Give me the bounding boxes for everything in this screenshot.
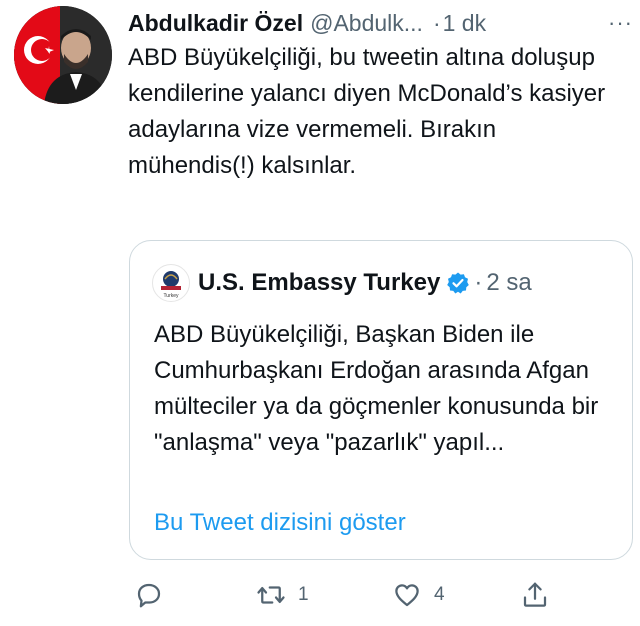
- tweet-text: ABD Büyükelçiliği, bu tweetin altına dol…: [128, 44, 606, 179]
- separator-dot: ·: [432, 9, 441, 36]
- share-button[interactable]: [520, 575, 550, 615]
- quoted-tweet-header: Turkey U.S. Embassy Turkey · 2 sa: [152, 263, 532, 303]
- author-name[interactable]: Abdulkadir Özel: [128, 10, 303, 37]
- quoted-tweet-text: ABD Büyükelçiliği, Başkan Biden ile Cumh…: [154, 321, 599, 456]
- like-count: 4: [434, 584, 445, 605]
- heart-icon: [395, 584, 419, 607]
- like-button[interactable]: 4: [392, 575, 445, 615]
- quoted-tweet-card[interactable]: Turkey U.S. Embassy Turkey · 2 sa ABD Bü…: [129, 240, 633, 560]
- author-handle[interactable]: @Abdulk...: [310, 10, 423, 37]
- retweet-icon: [257, 586, 285, 604]
- quoted-separator-dot: ·: [474, 269, 483, 296]
- more-options-icon[interactable]: ···: [608, 10, 633, 36]
- tweet-timestamp[interactable]: 1 dk: [443, 10, 486, 37]
- retweet-button[interactable]: 1: [256, 575, 309, 615]
- quoted-author-name[interactable]: U.S. Embassy Turkey: [198, 269, 440, 297]
- author-avatar[interactable]: [14, 6, 112, 104]
- show-thread-link[interactable]: Bu Tweet dizisini göster: [154, 509, 406, 537]
- reply-icon: [137, 583, 161, 608]
- quoted-timestamp[interactable]: 2 sa: [486, 269, 531, 297]
- verified-badge-icon: [446, 271, 470, 295]
- share-icon: [523, 582, 547, 607]
- quoted-author-avatar: Turkey: [152, 264, 190, 302]
- reply-button[interactable]: [134, 575, 164, 615]
- quoted-avatar-caption: Turkey: [163, 293, 179, 299]
- tweet-header: Abdulkadir Özel @Abdulk... · 1 dk ···: [128, 6, 633, 40]
- retweet-count: 1: [298, 584, 309, 605]
- tweet-actions: 1 4: [128, 575, 568, 615]
